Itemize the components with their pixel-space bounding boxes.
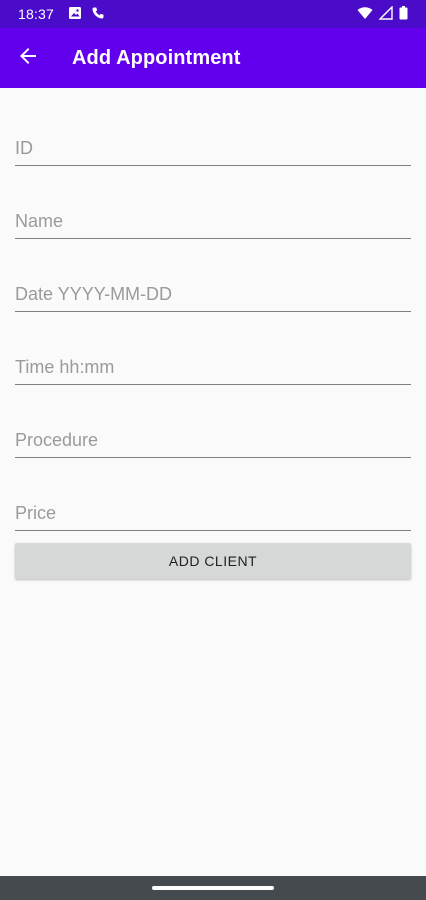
add-client-button[interactable]: ADD CLIENT (15, 543, 411, 579)
status-bar: 18:37 (0, 0, 426, 28)
id-field-wrapper (15, 118, 411, 166)
price-input[interactable] (15, 483, 411, 531)
name-field-wrapper (15, 191, 411, 239)
procedure-field-wrapper (15, 410, 411, 458)
date-field-wrapper (15, 264, 411, 312)
wifi-icon (357, 6, 373, 23)
signal-icon (378, 4, 393, 23)
page-title: Add Appointment (72, 46, 241, 69)
date-input[interactable] (15, 264, 411, 312)
status-left-icons (68, 6, 105, 23)
phone-icon (91, 6, 105, 23)
image-icon (68, 6, 82, 23)
procedure-input[interactable] (15, 410, 411, 458)
navigation-bar (0, 876, 426, 900)
arrow-back-icon (18, 46, 38, 71)
status-time: 18:37 (18, 6, 55, 22)
name-input[interactable] (15, 191, 411, 239)
time-field-wrapper (15, 337, 411, 385)
home-handle[interactable] (152, 886, 274, 890)
battery-icon (399, 5, 408, 23)
app-bar: Add Appointment (0, 28, 426, 88)
price-field-wrapper (15, 483, 411, 531)
id-input[interactable] (15, 118, 411, 166)
time-input[interactable] (15, 337, 411, 385)
back-button[interactable] (0, 28, 56, 88)
status-right-icons (357, 4, 408, 23)
